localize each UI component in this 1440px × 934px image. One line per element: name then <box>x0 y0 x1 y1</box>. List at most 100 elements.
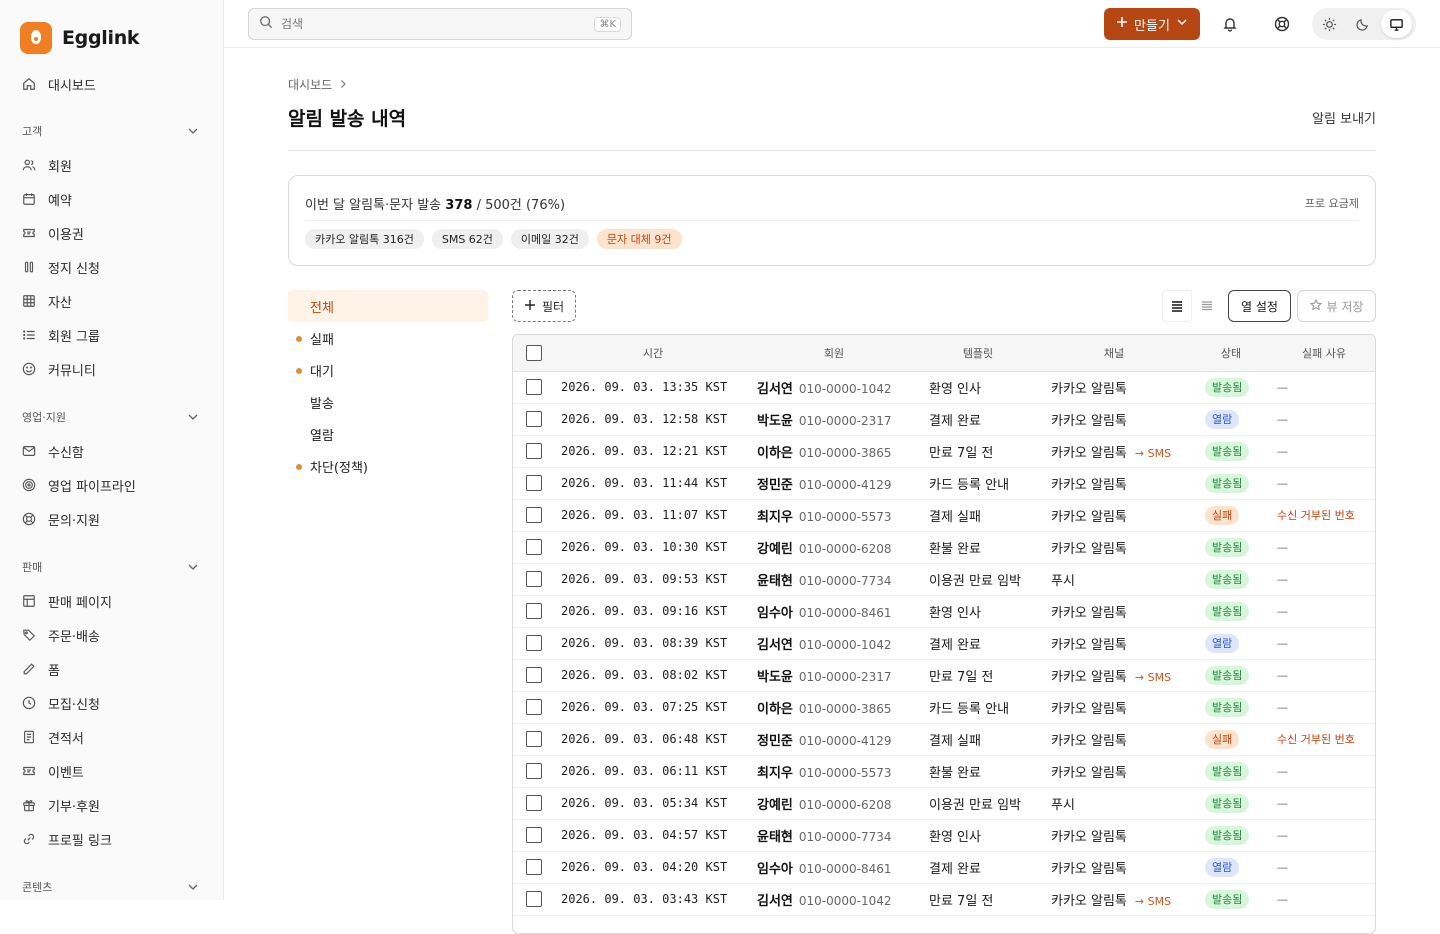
row-checkbox[interactable] <box>513 467 555 499</box>
table-row[interactable]: 2026. 09. 03. 10:30 KST 강예린 010-0000-6208 환… <box>513 531 1375 563</box>
breadcrumb-item[interactable]: 대시보드 <box>288 76 332 93</box>
member-cell[interactable]: 윤태현 010-0000-7734 <box>751 563 917 595</box>
member-cell[interactable]: 임수아 010-0000-8461 <box>751 595 917 627</box>
member-name[interactable]: 이하은 <box>757 446 793 461</box>
table-row[interactable]: 2026. 09. 03. 06:48 KST 정민준 010-0000-4129 결… <box>513 723 1375 755</box>
member-name[interactable]: 김서연 <box>757 894 793 909</box>
table-row[interactable]: 2026. 09. 03. 12:58 KST 박도윤 010-0000-2317 결… <box>513 403 1375 435</box>
sidebar-item-passes[interactable]: 이용권 <box>0 216 223 250</box>
member-cell[interactable]: 임수아 010-0000-8461 <box>751 851 917 883</box>
sidebar-item-member-groups[interactable]: 회원 그룹 <box>0 318 223 352</box>
filter-item-opened[interactable]: 열람 <box>288 418 488 450</box>
table-row[interactable]: 2026. 09. 03. 05:34 KST 강예린 010-0000-6208 이… <box>513 787 1375 819</box>
member-name[interactable]: 강예린 <box>757 542 793 557</box>
column-header-template[interactable]: 템플릿 <box>917 335 1039 372</box>
member-name[interactable]: 윤태현 <box>757 574 793 589</box>
sidebar-item-members[interactable]: 회원 <box>0 148 223 182</box>
filter-item-sent[interactable]: 발송 <box>288 386 488 418</box>
row-checkbox[interactable] <box>513 531 555 563</box>
sidebar-item-forms[interactable]: 폼 <box>0 652 223 686</box>
member-cell[interactable]: 최지우 010-0000-5573 <box>751 755 917 787</box>
row-checkbox[interactable] <box>513 883 555 915</box>
sidebar-section-sales[interactable]: 판매 <box>0 550 223 584</box>
member-name[interactable]: 이하은 <box>757 702 793 717</box>
table-row[interactable]: 2026. 09. 03. 09:53 KST 윤태현 010-0000-7734 이… <box>513 563 1375 595</box>
row-checkbox[interactable] <box>513 691 555 723</box>
save-view-button[interactable]: 뷰 저장 <box>1297 290 1376 322</box>
column-header-status[interactable]: 상태 <box>1189 335 1273 372</box>
row-checkbox[interactable] <box>513 851 555 883</box>
member-name[interactable]: 임수아 <box>757 862 793 877</box>
member-cell[interactable]: 최지우 010-0000-5573 <box>751 499 917 531</box>
member-cell[interactable]: 정민준 010-0000-4129 <box>751 723 917 755</box>
row-checkbox[interactable] <box>513 659 555 691</box>
sidebar-section-content[interactable]: 콘텐츠 <box>0 870 223 900</box>
filter-item-pending[interactable]: 대기 <box>288 354 488 386</box>
row-checkbox[interactable] <box>513 563 555 595</box>
select-all-checkbox[interactable] <box>513 335 555 372</box>
member-name[interactable]: 박도윤 <box>757 414 793 429</box>
member-name[interactable]: 정민준 <box>757 478 793 493</box>
bell-icon[interactable] <box>1218 12 1242 36</box>
sidebar-item-orders-shipping[interactable]: 주문·배송 <box>0 618 223 652</box>
sidebar-item-suspension-requests[interactable]: 정지 신청 <box>0 250 223 284</box>
table-row[interactable]: 2026. 09. 03. 04:57 KST 윤태현 010-0000-7734 환… <box>513 819 1375 851</box>
member-cell[interactable]: 강예린 010-0000-6208 <box>751 531 917 563</box>
table-row[interactable]: 2026. 09. 03. 09:16 KST 임수아 010-0000-8461 환… <box>513 595 1375 627</box>
table-row[interactable]: 2026. 09. 03. 07:25 KST 이하은 010-0000-3865 카… <box>513 691 1375 723</box>
table-row[interactable]: 2026. 09. 03. 12:21 KST 이하은 010-0000-3865 만… <box>513 435 1375 467</box>
send-notification-link[interactable]: 알림 보내기 <box>1312 108 1376 127</box>
row-checkbox[interactable] <box>513 723 555 755</box>
column-header-member[interactable]: 회원 <box>751 335 917 372</box>
table-row[interactable]: 2026. 09. 03. 11:07 KST 최지우 010-0000-5573 결… <box>513 499 1375 531</box>
breadcrumb[interactable]: 대시보드 <box>288 76 348 93</box>
add-filter-button[interactable]: 필터 <box>512 290 576 322</box>
monitor-icon[interactable] <box>1380 10 1412 38</box>
row-checkbox[interactable] <box>513 755 555 787</box>
row-checkbox[interactable] <box>513 595 555 627</box>
column-header-channel[interactable]: 채널 <box>1039 335 1189 372</box>
column-settings-button[interactable]: 열 설정 <box>1228 290 1291 322</box>
create-button[interactable]: 만들기 <box>1104 8 1200 40</box>
sidebar-item-events[interactable]: 이벤트 <box>0 754 223 788</box>
sun-icon[interactable] <box>1314 10 1345 38</box>
member-cell[interactable]: 강예린 010-0000-6208 <box>751 787 917 819</box>
sidebar-item-profile-link[interactable]: 프로필 링크 <box>0 822 223 856</box>
sidebar-item-sales-pipeline[interactable]: 영업 파이프라인 <box>0 468 223 502</box>
sidebar-item-quotes[interactable]: 견적서 <box>0 720 223 754</box>
sidebar-item-dashboard[interactable]: 대시보드 <box>0 67 223 101</box>
member-cell[interactable]: 윤태현 010-0000-7734 <box>751 819 917 851</box>
member-cell[interactable]: 김서연 010-0000-1042 <box>751 883 917 915</box>
member-name[interactable]: 김서연 <box>757 382 793 397</box>
row-checkbox[interactable] <box>513 403 555 435</box>
row-checkbox[interactable] <box>513 787 555 819</box>
sidebar-item-community[interactable]: 커뮤니티 <box>0 352 223 386</box>
sidebar-item-recruitment[interactable]: 모집·신청 <box>0 686 223 720</box>
table-row[interactable]: 2026. 09. 03. 06:11 KST 최지우 010-0000-5573 환… <box>513 755 1375 787</box>
member-name[interactable]: 박도윤 <box>757 670 793 685</box>
table-row[interactable]: 2026. 09. 03. 03:43 KST 김서연 010-0000-1042 만… <box>513 883 1375 915</box>
sidebar-item-inbox[interactable]: 수신함 <box>0 434 223 468</box>
moon-icon[interactable] <box>1347 10 1378 38</box>
sidebar-section-customers[interactable]: 고객 <box>0 114 223 148</box>
row-checkbox[interactable] <box>513 499 555 531</box>
member-cell[interactable]: 박도윤 010-0000-2317 <box>751 403 917 435</box>
sidebar-section-sales-support[interactable]: 영업·지원 <box>0 400 223 434</box>
table-row[interactable]: 2026. 09. 03. 11:44 KST 정민준 010-0000-4129 카… <box>513 467 1375 499</box>
member-cell[interactable]: 정민준 010-0000-4129 <box>751 467 917 499</box>
member-cell[interactable]: 박도윤 010-0000-2317 <box>751 659 917 691</box>
member-cell[interactable]: 이하은 010-0000-3865 <box>751 435 917 467</box>
search-box[interactable]: ⌘K <box>248 8 632 40</box>
column-header-reason[interactable]: 실패 사유 <box>1273 335 1375 372</box>
density-comfortable-icon[interactable] <box>1162 290 1192 322</box>
brand[interactable]: Egglink <box>0 0 223 56</box>
filter-item-all[interactable]: 전체 <box>288 290 488 322</box>
table-row[interactable]: 2026. 09. 03. 04:20 KST 임수아 010-0000-8461 결… <box>513 851 1375 883</box>
member-name[interactable]: 정민준 <box>757 734 793 749</box>
density-compact-icon[interactable] <box>1192 290 1222 322</box>
filter-item-failed[interactable]: 실패 <box>288 322 488 354</box>
member-name[interactable]: 최지우 <box>757 510 793 525</box>
member-name[interactable]: 최지우 <box>757 766 793 781</box>
sidebar-item-support[interactable]: 문의·지원 <box>0 502 223 536</box>
member-cell[interactable]: 김서연 010-0000-1042 <box>751 627 917 659</box>
